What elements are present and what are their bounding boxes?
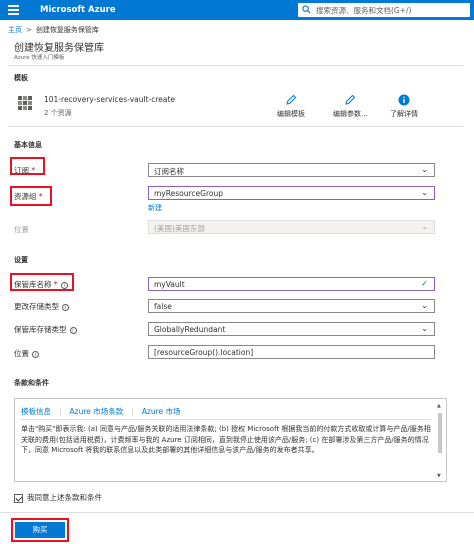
highlight-box: [10, 157, 45, 175]
edit-parameters-label: 编辑参数...: [333, 110, 368, 118]
learn-more-button[interactable]: 了解详情: [390, 94, 418, 119]
search-icon: [302, 5, 311, 16]
terms-text: 单击"购买"即表示我: (a) 同意与产品/服务关联的适用法律条款; (b) 授…: [21, 425, 431, 454]
edit-template-label: 编辑模板: [277, 110, 305, 118]
storage-type-value: GloballyRedundant: [154, 325, 226, 334]
highlight-box: [10, 273, 74, 291]
template-icon: [18, 96, 32, 110]
highlight-box: [11, 518, 69, 542]
page-subtitle: Azure 快速入门模板: [14, 55, 65, 61]
subscription-value: 订阅名称: [154, 167, 184, 176]
search-placeholder: 搜索资源、服务和文档(G+/): [316, 6, 412, 15]
section-settings: 设置: [14, 256, 28, 264]
pencil-icon: [277, 94, 305, 106]
settings-location-input[interactable]: [resourceGroup().location]: [148, 345, 435, 359]
divider: [0, 512, 474, 513]
breadcrumb: 主页 > 创建恢复服务保管库: [8, 25, 99, 35]
terms-tabs: 模板信息 | Azure 市场条款 | Azure 市场: [21, 407, 181, 416]
divider: [8, 126, 463, 127]
menu-icon[interactable]: [8, 5, 19, 15]
vault-name-input[interactable]: myVault ✓: [148, 277, 435, 291]
learn-more-label: 了解详情: [390, 110, 418, 118]
chevron-down-icon: ⌄: [421, 188, 428, 197]
pencil-icon: [333, 94, 368, 106]
search-input[interactable]: 搜索资源、服务和文档(G+/): [298, 3, 470, 17]
change-storage-label: 更改存储类型 i: [14, 301, 69, 312]
divider: [21, 419, 431, 420]
divider: [8, 65, 463, 66]
location-value: (美国)美国东部: [154, 224, 205, 233]
storage-type-select[interactable]: GloballyRedundant ⌄: [148, 322, 435, 336]
top-bar: Microsoft Azure 搜索资源、服务和文档(G+/): [0, 0, 474, 20]
info-icon[interactable]: i: [69, 326, 77, 334]
chevron-down-icon: ⌄: [421, 301, 428, 310]
section-terms: 条款和条件: [14, 379, 49, 387]
change-storage-value: false: [154, 302, 172, 311]
storage-type-label: 保管库存储类型 i: [14, 324, 77, 335]
highlight-box: [10, 186, 52, 206]
subscription-select[interactable]: 订阅名称 ⌄: [148, 163, 435, 177]
breadcrumb-home[interactable]: 主页: [8, 26, 22, 34]
terms-scrollbar[interactable]: ▲ ▼: [436, 403, 444, 479]
template-name: 101-recovery-services-vault-create: [44, 95, 176, 104]
agree-checkbox-row[interactable]: 我同意上述条款和条件: [14, 492, 102, 503]
scroll-thumb[interactable]: [438, 413, 442, 453]
settings-location-label: 位置 i: [14, 348, 39, 359]
agree-checkbox[interactable]: [14, 493, 23, 503]
tab-template-info[interactable]: 模板信息: [21, 407, 51, 416]
breadcrumb-separator: >: [26, 26, 32, 34]
settings-location-value: [resourceGroup().location]: [154, 348, 254, 357]
resource-group-select[interactable]: myResourceGroup ⌄: [148, 186, 435, 200]
info-icon[interactable]: i: [62, 303, 69, 311]
page-title: 创建恢复服务保管库: [14, 43, 104, 54]
template-resource-count: 2 个资源: [44, 109, 72, 117]
new-resource-group-link[interactable]: 新建: [148, 203, 162, 213]
resource-group-value: myResourceGroup: [154, 189, 223, 198]
edit-template-button[interactable]: 编辑模板: [277, 94, 305, 119]
chevron-down-icon: ⌄: [421, 165, 428, 174]
info-icon[interactable]: i: [32, 350, 39, 358]
change-storage-select[interactable]: false ⌄: [148, 299, 435, 313]
vault-name-value: myVault: [154, 280, 185, 289]
brand-title[interactable]: Microsoft Azure: [40, 5, 116, 15]
edit-parameters-button[interactable]: 编辑参数...: [333, 94, 368, 119]
breadcrumb-current: 创建恢复服务保管库: [35, 26, 99, 34]
location-select: (美国)美国东部 ⌄: [148, 220, 435, 234]
scroll-down-icon[interactable]: ▼: [437, 473, 441, 479]
checkmark-icon: ✓: [421, 279, 428, 288]
location-label: 位置: [14, 225, 29, 234]
tab-marketplace[interactable]: Azure 市场: [142, 407, 181, 416]
agree-label: 我同意上述条款和条件: [27, 493, 102, 502]
section-template: 模板: [14, 74, 28, 82]
terms-panel: 模板信息 | Azure 市场条款 | Azure 市场 单击"购买"即表示我: (a)…: [14, 398, 447, 482]
chevron-down-icon: ⌄: [421, 222, 428, 231]
chevron-down-icon: ⌄: [421, 324, 428, 333]
info-icon: [390, 94, 418, 106]
section-basics: 基本信息: [14, 141, 42, 149]
scroll-up-icon[interactable]: ▲: [437, 403, 441, 409]
tab-marketplace-terms[interactable]: Azure 市场条款: [70, 407, 124, 416]
